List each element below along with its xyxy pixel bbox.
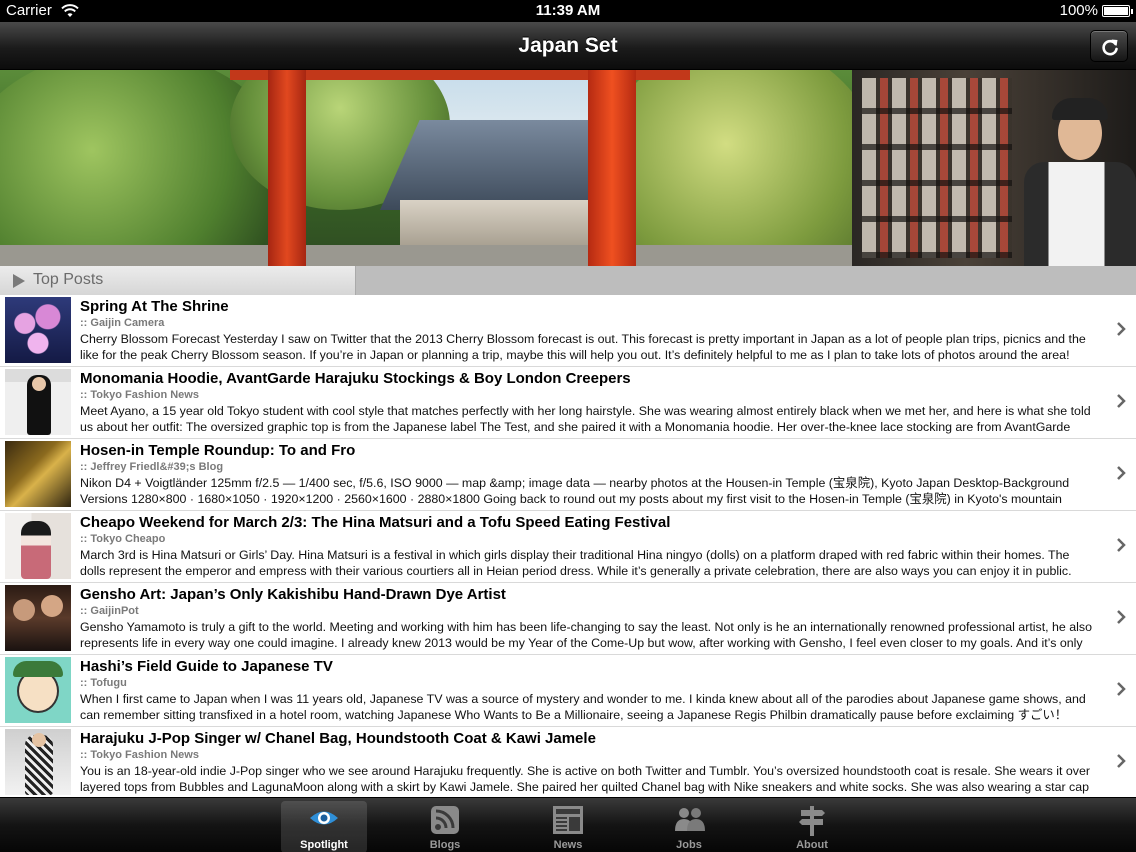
post-excerpt: Nikon D4 + Voigtländer 125mm f/2.5 — 1/4… (80, 476, 1070, 506)
post-excerpt: When I first came to Japan when I was 11… (80, 692, 1086, 722)
post-excerpt: Cherry Blossom Forecast Yesterday I saw … (80, 332, 1086, 362)
tab-news[interactable]: News (525, 801, 611, 852)
post-thumbnail (5, 657, 71, 723)
chevron-right-icon (1117, 682, 1126, 696)
post-source: :: GaijinPot (80, 605, 139, 617)
list-item[interactable]: Harajuku J-Pop Singer w/ Chanel Bag, Hou… (0, 727, 1136, 797)
chevron-right-icon (1117, 322, 1126, 336)
post-thumbnail (5, 297, 71, 363)
post-thumbnail (5, 369, 71, 435)
chevron-right-icon (1117, 394, 1126, 408)
list-item[interactable]: Hashi’s Field Guide to Japanese TV :: To… (0, 655, 1136, 727)
post-source: :: Tokyo Fashion News (80, 749, 199, 761)
chevron-right-icon (1117, 754, 1126, 768)
post-thumbnail (5, 441, 71, 507)
post-thumbnail (5, 513, 71, 579)
status-time: 11:39 AM (535, 2, 601, 19)
post-title: Hosen-in Temple Roundup: To and Fro (80, 442, 356, 459)
tab-bar: Spotlight Blogs News Jobs About (0, 797, 1136, 852)
chevron-right-icon (1117, 466, 1126, 480)
post-title: Hashi’s Field Guide to Japanese TV (80, 658, 333, 675)
section-header: Top Posts (0, 266, 1136, 295)
post-excerpt: Gensho Yamamoto is truly a gift to the w… (80, 620, 1092, 650)
post-title: Gensho Art: Japan’s Only Kakishibu Hand-… (80, 586, 506, 603)
tab-label: About (796, 839, 828, 851)
tab-label: News (553, 839, 583, 851)
tab-blogs[interactable]: Blogs (402, 801, 488, 852)
status-bar: Carrier 11:39 AM 100% (0, 0, 1136, 22)
rss-icon (431, 806, 459, 834)
signpost-icon (799, 806, 825, 836)
header-banner (0, 70, 1136, 266)
tab-label: Blogs (429, 839, 461, 851)
post-thumbnail (5, 729, 71, 795)
battery-percentage: 100% (1059, 2, 1098, 19)
list-item[interactable]: Hosen-in Temple Roundup: To and Fro :: J… (0, 439, 1136, 511)
post-source: :: Tokyo Cheapo (80, 533, 166, 545)
newspaper-icon (553, 806, 583, 834)
tab-label: Spotlight (300, 839, 348, 851)
section-title: Top Posts (33, 271, 104, 288)
post-title: Monomania Hoodie, AvantGarde Harajuku St… (80, 370, 631, 387)
list-item[interactable]: Gensho Art: Japan’s Only Kakishibu Hand-… (0, 583, 1136, 655)
post-source: :: Gaijin Camera (80, 317, 165, 329)
post-source: :: Tofugu (80, 677, 127, 689)
post-title: Harajuku J-Pop Singer w/ Chanel Bag, Hou… (80, 730, 596, 747)
eye-icon (310, 811, 338, 825)
top-posts-tab[interactable]: Top Posts (0, 266, 356, 295)
list-item[interactable]: Cheapo Weekend for March 2/3: The Hina M… (0, 511, 1136, 583)
post-list[interactable]: Spring At The Shrine :: Gaijin Camera Ch… (0, 295, 1136, 797)
post-source: :: Tokyo Fashion News (80, 389, 199, 401)
disclosure-triangle-icon (13, 274, 25, 288)
banner-shrine-photo (0, 70, 852, 266)
refresh-icon (1102, 39, 1118, 56)
list-item[interactable]: Monomania Hoodie, AvantGarde Harajuku St… (0, 367, 1136, 439)
list-item[interactable]: Spring At The Shrine :: Gaijin Camera Ch… (0, 295, 1136, 367)
tab-jobs[interactable]: Jobs (646, 801, 732, 852)
post-excerpt: You is an 18-year-old indie J-Pop singer… (80, 764, 1090, 794)
tab-label: Jobs (676, 839, 702, 851)
post-excerpt: Meet Ayano, a 15 year old Tokyo student … (80, 404, 1091, 434)
people-icon (675, 808, 705, 831)
navigation-bar: Japan Set (0, 22, 1136, 70)
tab-about[interactable]: About (769, 801, 855, 852)
post-title: Cheapo Weekend for March 2/3: The Hina M… (80, 514, 671, 531)
chevron-right-icon (1117, 610, 1126, 624)
post-source: :: Jeffrey Friedl&#39;s Blog (80, 461, 224, 473)
post-title: Spring At The Shrine (80, 298, 229, 315)
tab-spotlight[interactable]: Spotlight (281, 801, 367, 852)
post-thumbnail (5, 585, 71, 651)
battery-icon (1102, 5, 1133, 17)
chevron-right-icon (1117, 538, 1126, 552)
post-excerpt: March 3rd is Hina Matsuri or Girls’ Day.… (80, 548, 1072, 578)
page-title: Japan Set (518, 34, 618, 57)
banner-street-photo (852, 70, 1136, 266)
refresh-button[interactable] (1090, 30, 1128, 62)
